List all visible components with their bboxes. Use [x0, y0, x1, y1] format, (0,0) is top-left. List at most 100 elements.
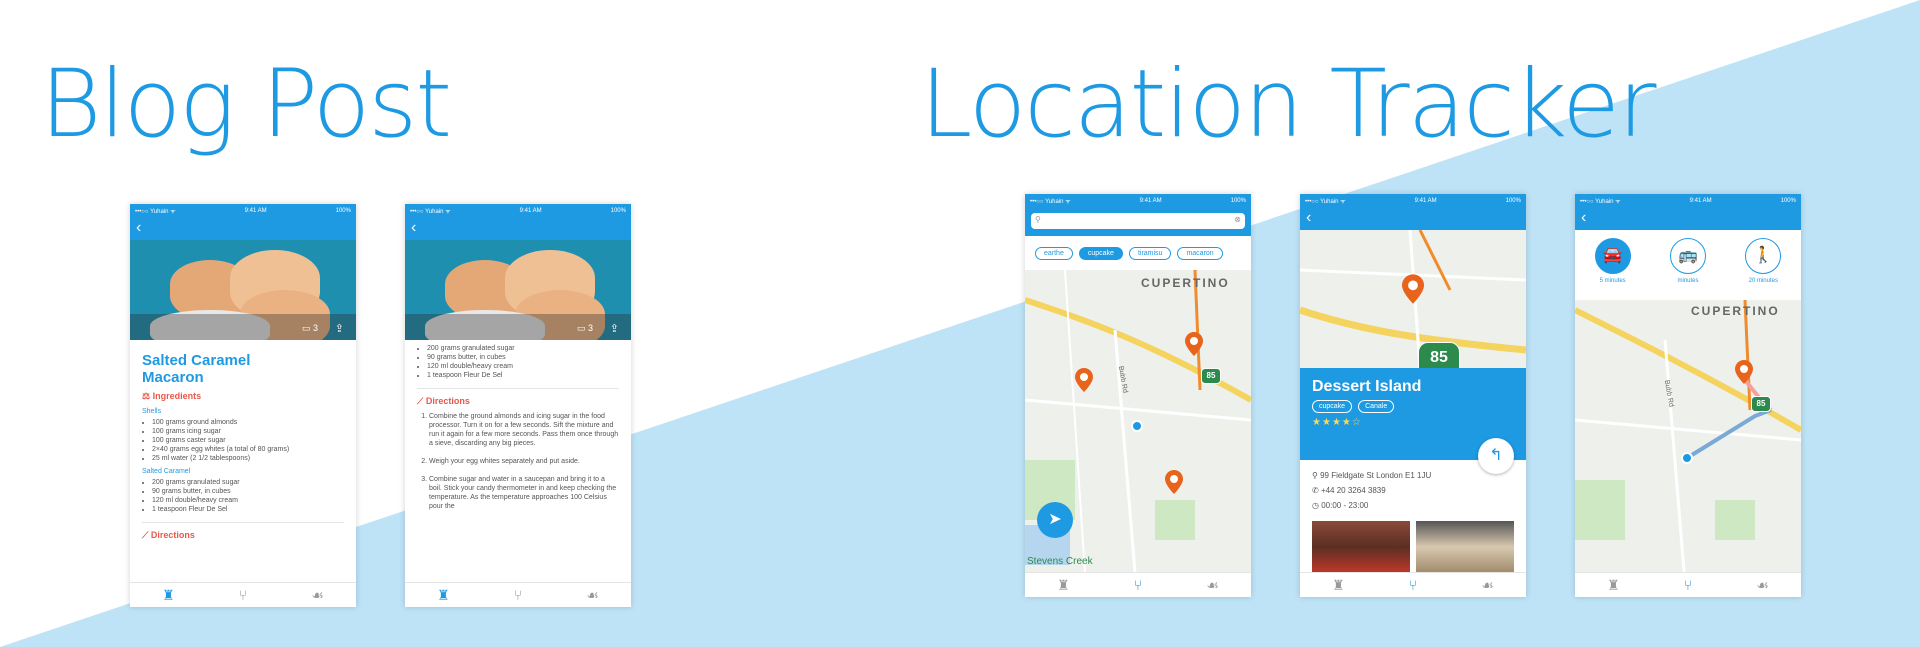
mode-label: 5 minutes: [1599, 278, 1626, 284]
caramel-list: 200 grams granulated sugar 90 grams butt…: [417, 344, 619, 380]
car-icon: 🚘: [1594, 238, 1631, 274]
battery-label: 100%: [1230, 198, 1246, 204]
phone-icon: ✆: [1312, 486, 1319, 495]
map-pin-icon[interactable]: [1165, 470, 1183, 494]
nav-bar: ‹: [130, 218, 356, 240]
tab-bar: ♜ ⑂ ☙: [1300, 572, 1526, 597]
storefront-photo[interactable]: [1312, 521, 1410, 573]
whisk-icon: ⟋: [142, 530, 149, 540]
directions-button[interactable]: ↰: [1478, 438, 1514, 474]
filter-chips: earthe cupcake tiramisu macaron: [1025, 236, 1251, 270]
chip-cupcake[interactable]: cupcake: [1078, 246, 1123, 260]
chef-hat-icon[interactable]: ♜: [1057, 577, 1070, 594]
chip-earthe[interactable]: earthe: [1035, 246, 1073, 260]
current-location-dot: [1681, 452, 1693, 464]
map-pin-icon[interactable]: [1735, 360, 1753, 384]
nav-bar: ‹: [405, 218, 631, 240]
map-pin-icon[interactable]: [1075, 368, 1093, 392]
address-row[interactable]: ⚲ 99 Fieldgate St London E1 1JU: [1312, 468, 1514, 483]
chef-hat-icon[interactable]: ♜: [162, 587, 175, 604]
list-item: Combine sugar and water in a saucepan an…: [429, 475, 619, 511]
carrier-label: •••○○ Yuhain ᯤ: [135, 209, 176, 215]
rating-stars: ★★★★☆: [1300, 413, 1526, 434]
chicken-leg-icon[interactable]: ☙: [1481, 577, 1494, 594]
place-name: Dessert Island: [1312, 378, 1422, 395]
mode-walk[interactable]: 🚶 20 minutes: [1733, 238, 1793, 284]
star-icon: ★: [1331, 417, 1342, 428]
map-view[interactable]: CUPERTINO Bubb Rd 85: [1575, 300, 1801, 583]
nav-bar: ‹: [1300, 208, 1526, 230]
chicken-leg-icon[interactable]: ☙: [1756, 577, 1769, 594]
status-bar: •••○○ Yuhain ᯤ 9:41 AM 100%: [130, 204, 356, 218]
chip-macaron[interactable]: macaron: [1177, 246, 1223, 260]
mode-bus[interactable]: 🚌 minutes: [1658, 238, 1718, 284]
chef-hat-icon[interactable]: ♜: [1332, 577, 1345, 594]
tab-bar: ♜ ⑂ ☙: [405, 582, 631, 607]
comment-count[interactable]: ▭ 3: [577, 323, 593, 334]
clear-icon[interactable]: ⊗: [1234, 215, 1241, 224]
tag-chip[interactable]: Canale: [1358, 400, 1395, 413]
mode-car[interactable]: 🚘 5 minutes: [1583, 238, 1643, 284]
place-detail-screen: •••○○ Yuhain ᯤ 9:41 AM 100% ‹ 85 Dessert…: [1300, 194, 1526, 597]
fork-knife-icon[interactable]: ⑂: [1684, 577, 1692, 593]
search-input[interactable]: ⚲ ⊗: [1031, 213, 1245, 229]
chef-hat-icon[interactable]: ♜: [437, 587, 450, 604]
star-icon: ★: [1321, 417, 1332, 428]
comment-count-label: 3: [587, 323, 593, 333]
battery-label: 100%: [610, 208, 626, 214]
chicken-leg-icon[interactable]: ☙: [1206, 577, 1219, 594]
directions-heading-label: Directions: [150, 530, 195, 540]
list-item: 100 grams ground almonds: [152, 418, 344, 427]
comment-count-label: 3: [312, 323, 318, 333]
share-icon[interactable]: ⇪: [335, 322, 344, 335]
map-roads: [1575, 300, 1801, 583]
mode-label: minutes: [1677, 278, 1699, 284]
current-location-dot: [1131, 420, 1143, 432]
back-chevron-icon[interactable]: ‹: [136, 219, 141, 237]
caramel-list: 200 grams granulated sugar 90 grams butt…: [142, 478, 344, 514]
chicken-leg-icon[interactable]: ☙: [586, 587, 599, 604]
time-label: 9:41 AM: [1689, 198, 1712, 204]
map-pin-icon[interactable]: [1402, 274, 1424, 304]
list-item: 120 ml double/heavy cream: [427, 362, 619, 371]
back-chevron-icon[interactable]: ‹: [1306, 209, 1311, 227]
comment-icon: ▭: [301, 323, 311, 333]
tag-chip[interactable]: cupcake: [1312, 400, 1353, 413]
tab-bar: ♜ ⑂ ☙: [130, 582, 356, 607]
turn-left-icon: ↰: [1489, 447, 1503, 464]
blog-post-screen-2: •••○○ Yuhain ᯤ 9:41 AM 100% ‹ ▭ 3 ⇪ 200 …: [405, 204, 631, 607]
chef-hat-icon[interactable]: ♜: [1607, 577, 1620, 594]
pin-icon: ⚲: [1312, 471, 1318, 480]
place-tags: cupcake Canale: [1300, 400, 1526, 413]
location-tracker-heading: Location Tracker: [920, 50, 1657, 159]
list-item: 100 grams icing sugar: [152, 427, 344, 436]
fork-knife-icon[interactable]: ⑂: [239, 587, 247, 603]
battery-label: 100%: [1505, 198, 1521, 204]
chicken-leg-icon[interactable]: ☙: [311, 587, 324, 604]
clock-icon: ◷: [1312, 501, 1319, 510]
locate-me-button[interactable]: ➤: [1037, 502, 1073, 538]
time-label: 9:41 AM: [1139, 198, 1162, 204]
display-case-photo[interactable]: [1416, 521, 1514, 573]
back-chevron-icon[interactable]: ‹: [1581, 209, 1586, 227]
comment-count[interactable]: ▭ 3: [302, 323, 318, 334]
map-pin-icon[interactable]: [1185, 332, 1203, 356]
back-chevron-icon[interactable]: ‹: [411, 219, 416, 237]
post-body: 200 grams granulated sugar 90 grams butt…: [405, 340, 631, 526]
city-label: CUPERTINO: [1141, 276, 1230, 290]
fork-knife-icon[interactable]: ⑂: [514, 587, 522, 603]
transport-modes: 🚘 5 minutes 🚌 minutes 🚶 20 minutes: [1575, 230, 1801, 300]
highway-shield: 85: [1201, 368, 1221, 384]
phone-row[interactable]: ✆ +44 20 3264 3839: [1312, 483, 1514, 498]
map-view[interactable]: CUPERTINO Bubb Rd 85 Stevens Creek ➤: [1025, 270, 1251, 573]
map-view[interactable]: 85: [1300, 230, 1526, 368]
place-photos: [1300, 521, 1526, 573]
post-title-line-2: Macaron: [142, 369, 204, 386]
chip-tiramisu[interactable]: tiramisu: [1128, 246, 1172, 260]
fork-knife-icon[interactable]: ⑂: [1134, 577, 1142, 593]
fork-knife-icon[interactable]: ⑂: [1409, 577, 1417, 593]
list-item: 200 grams granulated sugar: [152, 478, 344, 487]
carrier-label: •••○○ Yuhain ᯤ: [1030, 199, 1071, 205]
navigation-arrow-icon: ➤: [1048, 511, 1062, 528]
share-icon[interactable]: ⇪: [610, 322, 619, 335]
